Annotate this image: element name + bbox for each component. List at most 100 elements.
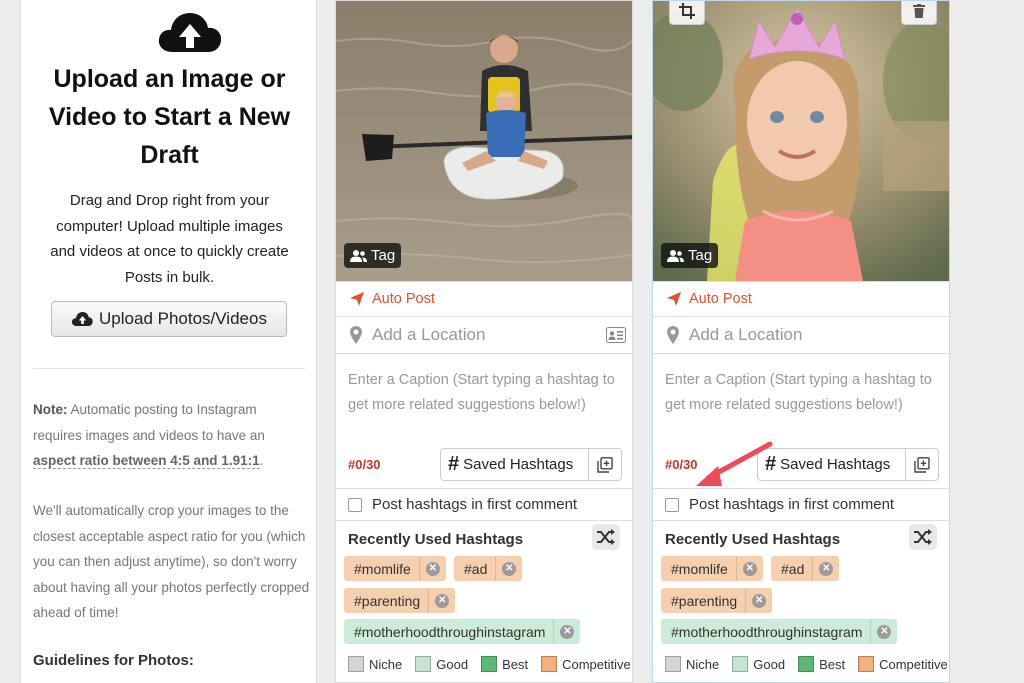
legend-swatch bbox=[732, 656, 749, 672]
hash-icon: # bbox=[765, 453, 777, 475]
aspect-ratio-link[interactable]: aspect ratio between 4:5 and 1.91:1 bbox=[33, 453, 260, 469]
hashtag-chip-label: #momlife bbox=[671, 560, 728, 577]
shuffle-button[interactable] bbox=[909, 524, 937, 550]
auto-post-row[interactable]: Auto Post bbox=[336, 281, 632, 317]
shuffle-icon bbox=[914, 529, 932, 545]
auto-post-label: Auto Post bbox=[372, 291, 435, 307]
hashtag-chip[interactable]: #motherhoodthroughinstagram ✕ bbox=[661, 619, 898, 644]
recent-hashtags-heading: Recently Used Hashtags bbox=[348, 531, 524, 548]
people-tag-icon bbox=[667, 250, 684, 262]
upload-description: Drag and Drop right from your computer! … bbox=[50, 192, 289, 286]
delete-button[interactable] bbox=[901, 1, 937, 25]
close-icon: ✕ bbox=[752, 593, 767, 608]
remove-hashtag-button[interactable]: ✕ bbox=[812, 556, 839, 581]
legend-item-niche: Niche bbox=[348, 656, 402, 672]
remove-hashtag-button[interactable]: ✕ bbox=[495, 556, 522, 581]
hashtag-chip[interactable]: #motherhoodthroughinstagram ✕ bbox=[344, 619, 581, 644]
legend-label: Competitive bbox=[879, 656, 948, 672]
remove-hashtag-button[interactable]: ✕ bbox=[553, 619, 580, 644]
legend-item-best: Best bbox=[481, 656, 528, 672]
first-comment-row[interactable]: Post hashtags in first comment bbox=[336, 488, 632, 521]
paper-plane-icon bbox=[350, 292, 364, 306]
legend-label: Good bbox=[753, 656, 786, 672]
legend-item-good: Good bbox=[415, 656, 468, 672]
tag-button[interactable]: Tag bbox=[661, 243, 719, 268]
saved-hashtags-button[interactable]: # Saved Hashtags bbox=[440, 448, 622, 481]
map-pin-icon bbox=[667, 326, 679, 344]
close-icon: ✕ bbox=[877, 624, 892, 639]
first-comment-checkbox[interactable] bbox=[665, 497, 679, 512]
legend-item-niche: Niche bbox=[665, 656, 719, 672]
hashtag-chip[interactable]: #ad ✕ bbox=[454, 556, 523, 581]
remove-hashtag-button[interactable]: ✕ bbox=[735, 556, 763, 581]
add-saved-hashtags-button[interactable] bbox=[588, 449, 621, 480]
hashtag-chip[interactable]: #momlife ✕ bbox=[661, 556, 763, 581]
upload-title: Upload an Image or Video to Start a New … bbox=[48, 65, 291, 169]
first-comment-checkbox[interactable] bbox=[348, 497, 362, 512]
post-card-2[interactable]: Tag Auto Post Add a Location Enter a Cap… bbox=[652, 0, 950, 683]
aspect-ratio-note: Note: Automatic posting to Instagram req… bbox=[33, 397, 308, 474]
saved-hashtags-label: Saved Hashtags bbox=[780, 456, 891, 473]
hashtag-chip[interactable]: #parenting ✕ bbox=[344, 588, 456, 613]
note-end: . bbox=[259, 453, 264, 468]
crop-note: We'll automatically crop your images to … bbox=[33, 503, 310, 620]
legend-swatch bbox=[798, 656, 815, 672]
remove-hashtag-button[interactable]: ✕ bbox=[870, 619, 897, 644]
post-photo[interactable]: Tag bbox=[336, 1, 632, 281]
cloud-upload-icon bbox=[71, 312, 93, 326]
hashtag-chip[interactable]: #ad ✕ bbox=[771, 556, 840, 581]
upload-button-label: Upload Photos/Videos bbox=[99, 309, 267, 328]
remove-hashtag-button[interactable]: ✕ bbox=[428, 588, 455, 613]
add-saved-hashtags-button[interactable] bbox=[905, 449, 938, 480]
hashtag-chip-label: #parenting bbox=[354, 592, 421, 609]
remove-hashtag-button[interactable]: ✕ bbox=[745, 588, 772, 613]
remove-hashtag-button[interactable]: ✕ bbox=[418, 556, 446, 581]
legend-swatch bbox=[665, 656, 681, 672]
hashtag-chip-label: #parenting bbox=[671, 592, 738, 609]
legend-label: Niche bbox=[686, 656, 720, 672]
caption-input[interactable]: Enter a Caption (Start typing a hashtag … bbox=[665, 368, 941, 418]
hashtag-legend: Niche Good Best Competitive bbox=[348, 656, 632, 672]
legend-item-competitive: Competitive bbox=[858, 656, 948, 672]
plus-square-icon bbox=[914, 456, 930, 473]
close-icon: ✕ bbox=[742, 561, 757, 576]
crop-button[interactable] bbox=[669, 1, 705, 25]
cloud-upload-icon bbox=[158, 13, 222, 52]
auto-post-label: Auto Post bbox=[689, 291, 752, 307]
tag-label: Tag bbox=[688, 247, 713, 264]
location-field[interactable]: Add a Location bbox=[336, 317, 632, 354]
location-field[interactable]: Add a Location bbox=[653, 317, 949, 354]
hashtag-chip[interactable]: #parenting ✕ bbox=[661, 588, 773, 613]
shuffle-icon bbox=[597, 529, 615, 545]
first-comment-row[interactable]: Post hashtags in first comment bbox=[653, 488, 949, 521]
legend-label: Competitive bbox=[562, 656, 631, 672]
shuffle-button[interactable] bbox=[592, 524, 620, 550]
note-text: Automatic posting to Instagram requires … bbox=[33, 402, 265, 443]
hashtag-chip-label: #motherhoodthroughinstagram bbox=[671, 623, 863, 640]
auto-post-row[interactable]: Auto Post bbox=[653, 281, 949, 317]
panel-divider bbox=[33, 368, 305, 369]
close-icon: ✕ bbox=[560, 624, 575, 639]
hashtag-legend: Niche Good Best Competitive bbox=[665, 656, 949, 672]
location-placeholder: Add a Location bbox=[689, 325, 803, 344]
close-icon: ✕ bbox=[435, 593, 450, 608]
post-photo[interactable]: Tag bbox=[653, 1, 949, 281]
people-tag-icon bbox=[350, 250, 367, 262]
first-comment-label: Post hashtags in first comment bbox=[689, 496, 895, 513]
tag-button[interactable]: Tag bbox=[344, 243, 402, 268]
legend-item-good: Good bbox=[732, 656, 785, 672]
upload-panel[interactable]: Upload an Image or Video to Start a New … bbox=[20, 0, 317, 683]
upload-photos-videos-button[interactable]: Upload Photos/Videos bbox=[51, 301, 287, 337]
id-card-icon[interactable] bbox=[606, 327, 626, 343]
post-card-1[interactable]: Tag Auto Post Add a Location Enter a Cap… bbox=[335, 0, 633, 683]
legend-label: Niche bbox=[369, 656, 403, 672]
recent-hashtags-heading: Recently Used Hashtags bbox=[665, 531, 841, 548]
hashtag-chip[interactable]: #momlife ✕ bbox=[344, 556, 446, 581]
legend-item-competitive: Competitive bbox=[541, 656, 631, 672]
post-image bbox=[653, 1, 949, 281]
saved-hashtags-button[interactable]: # Saved Hashtags bbox=[757, 448, 939, 481]
hashtag-count: #0/30 bbox=[348, 457, 381, 472]
caption-input[interactable]: Enter a Caption (Start typing a hashtag … bbox=[348, 368, 624, 418]
legend-label: Good bbox=[436, 656, 469, 672]
tag-label: Tag bbox=[371, 247, 396, 264]
